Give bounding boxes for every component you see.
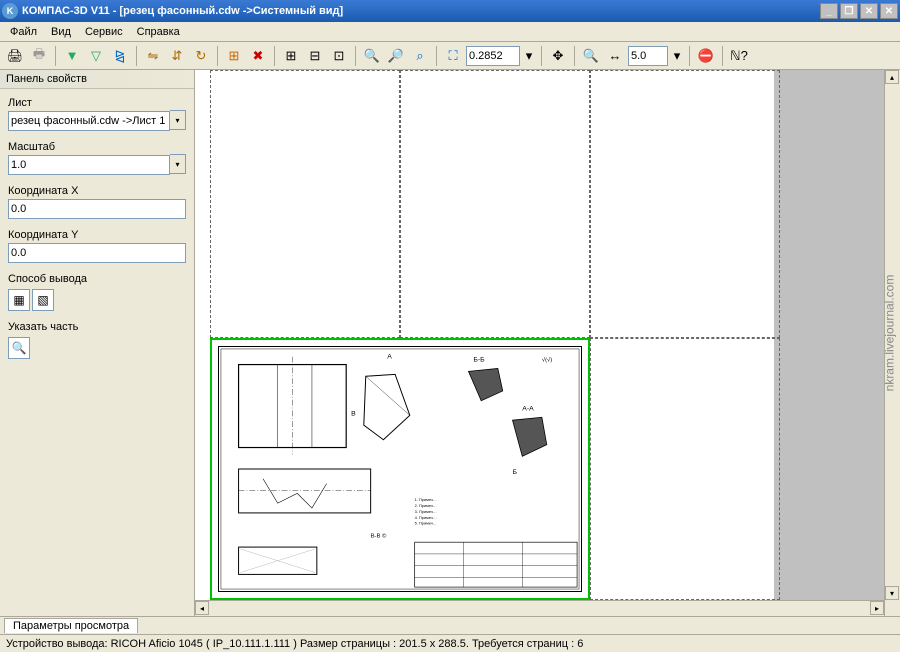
output-mode-a-button[interactable]: ▦ [8, 289, 30, 311]
title-bar: K КОМПАС-3D V11 - [резец фасонный.cdw ->… [0, 0, 900, 22]
print-all-icon[interactable]: 🖶 [28, 45, 50, 67]
help-icon[interactable]: ℕ? [728, 45, 750, 67]
horizontal-scrollbar[interactable]: ◂ ▸ [195, 600, 884, 616]
print-tile-6[interactable] [590, 338, 780, 600]
grid2-icon[interactable]: ⊟ [304, 45, 326, 67]
svg-text:2. Примеч…: 2. Примеч… [415, 503, 437, 508]
svg-text:1. Примеч…: 1. Примеч… [415, 497, 437, 502]
print-icon[interactable]: 🖨 [4, 45, 26, 67]
properties-panel: Панель свойств Лист ▾ Масштаб ▾ Координа… [0, 70, 195, 616]
scale-dropdown-icon[interactable]: ▾ [170, 154, 186, 174]
window-title: КОМПАС-3D V11 - [резец фасонный.cdw ->Си… [22, 5, 820, 17]
svg-text:А: А [387, 354, 392, 361]
svg-text:√(√): √(√) [542, 357, 552, 364]
technical-drawing: А В Б-Б √(√) А-А Б [218, 346, 582, 592]
close-app-button[interactable]: ✕ [880, 3, 898, 19]
coordx-input[interactable] [8, 199, 186, 219]
zoom-area-icon[interactable]: ⌕ [409, 45, 431, 67]
coordx-label: Координата X [8, 185, 186, 197]
print-tile-selected[interactable]: А В Б-Б √(√) А-А Б [210, 338, 590, 600]
svg-text:В-В ©: В-В © [371, 532, 387, 539]
svg-text:Б-Б: Б-Б [473, 357, 485, 364]
scale-input[interactable] [8, 155, 170, 175]
funnel-icon[interactable]: ⧎ [109, 45, 131, 67]
viewport[interactable]: А В Б-Б √(√) А-А Б [195, 70, 884, 600]
rotate-icon[interactable]: ↻ [190, 45, 212, 67]
zoom-fit-icon[interactable]: ⛶ [442, 45, 464, 67]
grid1-icon[interactable]: ⊞ [280, 45, 302, 67]
stop-icon[interactable]: ⛔ [695, 45, 717, 67]
zoom-value-input[interactable] [466, 46, 520, 66]
scale-label: Масштаб [8, 141, 186, 153]
step-dropdown-icon[interactable]: ▾ [670, 45, 684, 67]
tab-view-params[interactable]: Параметры просмотра [4, 618, 138, 633]
zoom-realtime-icon[interactable]: 🔍 [580, 45, 602, 67]
menu-view[interactable]: Вид [45, 24, 77, 40]
zoom-out-icon[interactable]: 🔎 [385, 45, 407, 67]
svg-text:В: В [351, 410, 356, 417]
menu-service[interactable]: Сервис [79, 24, 129, 40]
print-tile-3[interactable] [590, 70, 780, 338]
print-tile-1[interactable] [210, 70, 400, 338]
coordy-input[interactable] [8, 243, 186, 263]
scroll-up-icon[interactable]: ▴ [885, 70, 899, 84]
sheet-input[interactable] [8, 111, 170, 131]
select-part-button[interactable]: 🔍 [8, 337, 30, 359]
close-panel-icon[interactable]: ✖ [247, 45, 269, 67]
canvas-area: А В Б-Б √(√) А-А Б [195, 70, 900, 616]
canvas-gray-right [774, 70, 884, 600]
sheet-dropdown-icon[interactable]: ▾ [170, 110, 186, 130]
scroll-right-icon[interactable]: ▸ [870, 601, 884, 615]
toolbar: 🖨 🖶 ▼ ▽ ⧎ ⇋ ⇵ ↻ ⊞ ✖ ⊞ ⊟ ⊡ 🔍 🔎 ⌕ ⛶ ▾ ✥ 🔍 … [0, 42, 900, 70]
filter-sort-icon[interactable]: ▽ [85, 45, 107, 67]
scroll-left-icon[interactable]: ◂ [195, 601, 209, 615]
menu-help[interactable]: Справка [131, 24, 186, 40]
status-text: Устройство вывода: RICOH Aficio 1045 ( I… [6, 638, 583, 650]
flip-h-icon[interactable]: ⇋ [142, 45, 164, 67]
svg-text:4. Примеч…: 4. Примеч… [415, 515, 437, 520]
svg-text:Б: Б [513, 469, 518, 476]
zoom-in-icon[interactable]: 🔍 [361, 45, 383, 67]
svg-text:А-А: А-А [522, 405, 534, 412]
step-value-input[interactable] [628, 46, 668, 66]
tab-bar: Параметры просмотра [0, 616, 900, 634]
svg-text:3. Примеч…: 3. Примеч… [415, 509, 437, 514]
scroll-down-icon[interactable]: ▾ [885, 586, 899, 600]
svg-text:5. Примеч…: 5. Примеч… [415, 521, 437, 526]
close-doc-button[interactable]: ✕ [860, 3, 878, 19]
select-part-label: Указать часть [8, 321, 186, 333]
status-bar: Устройство вывода: RICOH Aficio 1045 ( I… [0, 634, 900, 652]
app-icon: K [2, 3, 18, 19]
menu-file[interactable]: Файл [4, 24, 43, 40]
print-tile-2[interactable] [400, 70, 590, 338]
layout-icon[interactable]: ⊞ [223, 45, 245, 67]
restore-button[interactable]: ❐ [840, 3, 858, 19]
output-mode-b-button[interactable]: ▧ [32, 289, 54, 311]
output-mode-label: Способ вывода [8, 273, 186, 285]
flip-v-icon[interactable]: ⇵ [166, 45, 188, 67]
menu-bar: Файл Вид Сервис Справка [0, 22, 900, 42]
grid3-icon[interactable]: ⊡ [328, 45, 350, 67]
zoom-dropdown-icon[interactable]: ▾ [522, 45, 536, 67]
pan-icon[interactable]: ✥ [547, 45, 569, 67]
sheet-label: Лист [8, 97, 186, 109]
coordy-label: Координата Y [8, 229, 186, 241]
watermark: nkram.livejournal.com [883, 275, 897, 392]
measure-icon[interactable]: ↔ [604, 45, 626, 67]
minimize-button[interactable]: _ [820, 3, 838, 19]
filter-icon[interactable]: ▼ [61, 45, 83, 67]
panel-header: Панель свойств [0, 70, 194, 89]
